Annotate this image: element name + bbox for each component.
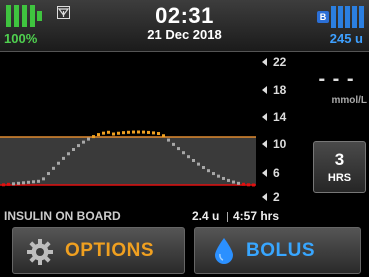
gear-icon (27, 239, 53, 265)
glucose-reading (67, 152, 70, 156)
glucose-reading (42, 177, 45, 181)
status-bar: 100% 02:31 21 Dec 2018 B 245 u (0, 0, 369, 52)
glucose-reading (22, 181, 25, 185)
glucose-reading (132, 130, 135, 134)
insulin-on-board-units: 2.4 u (192, 209, 220, 223)
glucose-reading (7, 182, 10, 186)
glucose-reading (137, 130, 140, 134)
insulin-cartridge-icon (331, 6, 364, 28)
glucose-reading (227, 178, 230, 182)
glucose-reading (37, 179, 40, 183)
glucose-reading (62, 156, 65, 160)
bolus-badge: B (317, 11, 329, 23)
glucose-reading (107, 130, 110, 134)
glucose-reading (172, 142, 175, 146)
y-tick-2: 2 (262, 190, 280, 204)
glucose-reading (82, 140, 85, 144)
glucose-reading (152, 131, 155, 135)
glucose-reading (197, 162, 200, 166)
glucose-reading (222, 176, 225, 180)
glucose-reading (182, 151, 185, 155)
glucose-reading (167, 138, 170, 142)
glucose-reading (127, 130, 130, 134)
glucose-reading (247, 183, 250, 187)
glucose-reading (122, 131, 125, 135)
glucose-reading (12, 182, 15, 186)
glucose-reading (212, 172, 215, 176)
glucose-reading (142, 130, 145, 134)
glucose-reading (117, 131, 120, 135)
y-tick-14: 14 (262, 110, 286, 124)
glucose-reading (27, 180, 30, 184)
insulin-on-board-label: INSULIN ON BOARD (4, 209, 121, 223)
glucose-reading (232, 180, 235, 184)
glucose-reading (207, 169, 210, 173)
glucose-unit: mmol/L (331, 95, 367, 106)
y-tick-22: 22 (262, 55, 286, 69)
glucose-reading (2, 183, 5, 187)
insulin-on-board-divider (227, 212, 228, 222)
glucose-reading (97, 133, 100, 137)
graph-hours-value: 3 (334, 150, 345, 169)
insulin-drop-icon (215, 238, 233, 264)
glucose-reading (242, 182, 245, 186)
glucose-reading (187, 155, 190, 159)
glucose-reading (47, 172, 50, 176)
glucose-panel: - - - mmol/L 3 HRS (304, 53, 369, 206)
y-tick-18: 18 (262, 83, 286, 97)
y-axis: 22 18 14 10 6 2 (256, 53, 304, 206)
glucose-reading (112, 132, 115, 136)
glucose-reading (177, 147, 180, 151)
bolus-button-label: BOLUS (246, 240, 315, 261)
bolus-button[interactable]: BOLUS (194, 227, 361, 274)
cgm-graph[interactable] (0, 53, 256, 206)
insulin-units: 245 u (329, 31, 363, 46)
insulin-on-board-bar: INSULIN ON BOARD 2.4 u 4:57 hrs (0, 207, 369, 227)
glucose-reading (147, 130, 150, 134)
glucose-reading (217, 174, 220, 178)
insulin-on-board-time: 4:57 hrs (233, 209, 280, 223)
glucose-reading (32, 180, 35, 184)
graph-hours-button[interactable]: 3 HRS (313, 141, 366, 193)
glucose-reading (237, 181, 240, 185)
target-range-band (0, 137, 256, 185)
clock-time: 02:31 (155, 3, 214, 28)
glucose-reading (157, 132, 160, 136)
glucose-reading (52, 166, 55, 170)
options-button-label: OPTIONS (65, 240, 155, 261)
glucose-reading (202, 166, 205, 170)
glucose-reading (252, 183, 255, 187)
glucose-reading (92, 135, 95, 139)
glucose-reading (57, 161, 60, 165)
glucose-reading (192, 158, 195, 162)
glucose-reading (87, 137, 90, 141)
cgm-graph-canvas (0, 130, 256, 187)
clock-date: 21 Dec 2018 (147, 27, 222, 42)
options-button[interactable]: OPTIONS (12, 227, 185, 274)
glucose-reading (162, 134, 165, 138)
y-tick-6: 6 (262, 166, 280, 180)
glucose-reading (72, 148, 75, 152)
glucose-reading (102, 131, 105, 135)
glucose-value: - - - (318, 68, 355, 90)
glucose-reading (17, 181, 20, 185)
glucose-reading (77, 144, 80, 148)
graph-hours-label: HRS (327, 172, 352, 184)
y-tick-10: 10 (262, 137, 286, 151)
